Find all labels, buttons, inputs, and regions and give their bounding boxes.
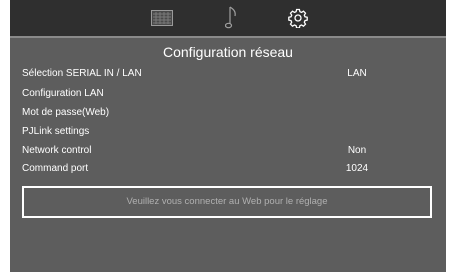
display-grid-icon[interactable]	[148, 0, 176, 36]
menu-item-label: Command port	[22, 163, 89, 174]
menu-item-label: Network control	[22, 145, 92, 156]
menu-tab-bar	[10, 0, 446, 36]
menu-item-pjlink[interactable]: PJLink settings	[22, 123, 422, 141]
gear-icon[interactable]	[282, 0, 314, 36]
projector-osd-screen: Configuration réseau Sélection SERIAL IN…	[10, 0, 446, 272]
menu-item-web-password[interactable]: Mot de passe(Web)	[22, 104, 422, 122]
music-note-icon[interactable]	[220, 0, 244, 36]
header-divider	[10, 36, 446, 38]
menu-item-lan-config[interactable]: Configuration LAN	[22, 85, 422, 103]
menu-item-label: Configuration LAN	[22, 88, 104, 99]
menu-item-value: 1024	[345, 163, 369, 174]
menu-item-command-port[interactable]: Command port 1024	[22, 160, 422, 178]
menu-item-value: LAN	[347, 68, 367, 79]
web-config-notice: Veuillez vous connecter au Web pour le r…	[22, 186, 432, 218]
menu-item-label: PJLink settings	[22, 126, 90, 137]
page-title: Configuration réseau	[163, 44, 293, 60]
menu-item-label: Sélection SERIAL IN / LAN	[22, 68, 142, 79]
menu-item-serial-lan[interactable]: Sélection SERIAL IN / LAN LAN	[22, 65, 422, 83]
menu-item-label: Mot de passe(Web)	[22, 107, 110, 118]
menu-item-network-control[interactable]: Network control Non	[22, 142, 422, 160]
menu-item-value: Non	[347, 145, 367, 156]
